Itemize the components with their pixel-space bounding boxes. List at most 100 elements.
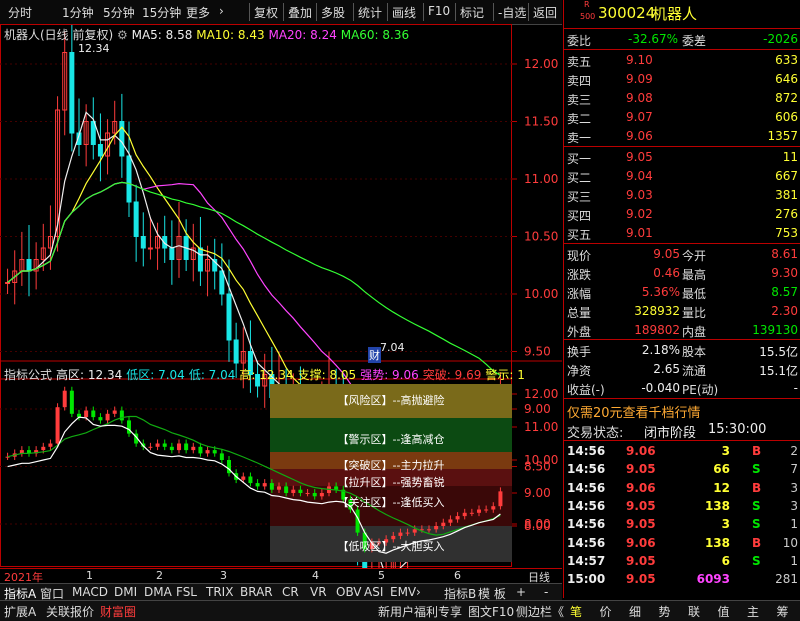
indicator-tab-12[interactable]: EMV — [390, 585, 416, 599]
stat-row: 外盘 189802 内盘 139130 — [564, 321, 800, 340]
indicator-tab-6[interactable]: TRIX — [206, 585, 233, 599]
promo-row[interactable]: 仅需20元查看千档行情 — [564, 400, 800, 421]
toolbar-right-6[interactable]: 标记 — [460, 4, 484, 21]
status-right-3[interactable]: 势 — [659, 603, 671, 620]
stat-label: 外盘 — [567, 325, 592, 339]
status-right-6[interactable]: 主 — [747, 603, 759, 620]
status-left-1[interactable]: 关联报价 — [46, 603, 94, 620]
ask-row[interactable]: 卖五 9.10 633 — [564, 51, 800, 70]
indicator-tab-17[interactable]: - — [544, 585, 548, 599]
toolbar-right-5[interactable]: F10 — [428, 4, 450, 18]
trade-time: 15:30:00 — [708, 422, 767, 437]
tick-side: S — [752, 517, 761, 532]
ask-row[interactable]: 卖二 9.07 606 — [564, 108, 800, 127]
tick-count: 1 — [790, 553, 798, 568]
ma5-legend: MA5: 8.58 — [131, 28, 193, 42]
indicator-tab-7[interactable]: BRAR — [240, 585, 273, 599]
toolbar-right-1[interactable]: 叠加 — [288, 4, 312, 21]
toolbar-left-5[interactable]: › — [219, 4, 224, 18]
zone-label-0: 【风险区】--高抛避险 — [337, 394, 445, 407]
kline-candle — [226, 293, 232, 341]
zone-label-2: 【突破区】--主力拉升 — [337, 459, 445, 472]
bid-row[interactable]: 买三 9.03 381 — [564, 186, 800, 205]
fund-row: 换手 2.18% 股本 15.5亿 — [564, 341, 800, 360]
status-center-2[interactable]: 侧边栏《 — [516, 603, 564, 620]
status-center-0[interactable]: 新用户福利专享 — [378, 603, 462, 620]
sub-candle — [291, 489, 296, 493]
toolbar-right-4[interactable]: 画线 — [392, 4, 416, 21]
sub-candle — [112, 410, 117, 414]
toolbar-sep — [423, 3, 424, 21]
ma10-legend: MA10: 8.43 — [196, 28, 265, 42]
toolbar-right-7[interactable]: -自选 — [498, 4, 526, 21]
ask-row[interactable]: 卖三 9.08 872 — [564, 89, 800, 108]
stat-row: 涨跌 0.46 最高 9.30 — [564, 264, 800, 283]
kline-candle — [147, 247, 153, 250]
tick-volume: 6 — [721, 553, 730, 568]
toolbar-sep — [316, 3, 317, 21]
indicator-tab-10[interactable]: OBV — [336, 585, 362, 599]
sub-candle — [155, 443, 160, 447]
toolbar-left-0[interactable]: 分时 — [8, 4, 32, 21]
toolbar-right-3[interactable]: 统计 — [358, 4, 382, 21]
status-left-0[interactable]: 扩展A — [4, 603, 36, 620]
ask-volume: 1357 — [767, 129, 798, 143]
toolbar-sep — [353, 3, 354, 21]
bid-row[interactable]: 买四 9.02 276 — [564, 205, 800, 224]
stat-value: 189802 — [634, 323, 680, 337]
settings-icon[interactable]: ⚙ — [117, 28, 128, 42]
status-right-7[interactable]: 筹 — [777, 603, 789, 620]
tick-row: 14:56 9.05 138 S 3 — [564, 497, 800, 516]
status-right-5[interactable]: 值 — [718, 603, 730, 620]
stat-value: 0.46 — [653, 266, 680, 280]
chart-area[interactable]: 12.00 11.50 11.00 10.50 10.00 9.50 9.00 8.50 8.0… — [0, 24, 562, 568]
ask-row[interactable]: 卖四 9.09 646 — [564, 70, 800, 89]
finance-event-marker[interactable]: 财 — [368, 347, 381, 363]
status-right-0[interactable]: 笔 — [570, 603, 582, 620]
indicator-tab-11[interactable]: ASI — [364, 585, 383, 599]
zone-label-4: 【关注区】--逢低买入 — [337, 496, 445, 509]
tick-count: 10 — [782, 535, 798, 550]
toolbar-left-4[interactable]: 更多 — [186, 4, 210, 21]
status-center-1[interactable]: 图文F10 — [468, 603, 514, 620]
toolbar-right-0[interactable]: 复权 — [254, 4, 278, 21]
status-right-4[interactable]: 联 — [688, 603, 700, 620]
sub-candle — [48, 443, 53, 447]
main-y-tick-4: 10.00 — [524, 287, 558, 301]
main-y-tick-6: 9.00 — [524, 402, 551, 416]
indicator-tab-13[interactable]: › — [416, 585, 421, 599]
indicator-tab-8[interactable]: CR — [282, 585, 299, 599]
promo-link[interactable]: 仅需20元查看千档行情 — [567, 402, 701, 421]
ask-row[interactable]: 卖一 9.06 1357 — [564, 127, 800, 146]
toolbar-right-2[interactable]: 多股 — [321, 4, 345, 21]
sub-candle — [191, 446, 196, 451]
bid-row[interactable]: 买五 9.01 753 — [564, 224, 800, 243]
stat-value: 139130 — [752, 323, 798, 337]
indicator-tab-9[interactable]: VR — [310, 585, 327, 599]
divider — [564, 339, 800, 340]
indicator-tab-4[interactable]: DMA — [144, 585, 172, 599]
toolbar-sep — [387, 3, 388, 21]
sub-candle — [262, 483, 267, 487]
indicator-tab-16[interactable]: + — [516, 585, 526, 599]
toolbar-left-2[interactable]: 5分钟 — [103, 4, 135, 21]
sub-candle — [405, 532, 410, 534]
fund-label: 换手 — [567, 345, 592, 359]
status-left-2[interactable]: 财富圈 — [100, 603, 136, 620]
tick-count: 3 — [790, 480, 798, 495]
bid-row[interactable]: 买一 9.05 11 — [564, 148, 800, 167]
indicator-tab-3[interactable]: DMI — [114, 585, 137, 599]
stat-label: 今开 — [682, 249, 707, 263]
sub-legend-item-7: 突破: 9.69 — [422, 368, 482, 382]
status-right-1[interactable]: 价 — [600, 603, 612, 620]
stat-value: 9.05 — [653, 247, 680, 261]
toolbar-right-8[interactable]: 返回 — [533, 4, 557, 21]
indicator-tab-5[interactable]: FSL — [176, 585, 197, 599]
toolbar-left-1[interactable]: 1分钟 — [62, 4, 94, 21]
toolbar-left-3[interactable]: 15分钟 — [142, 4, 181, 21]
bid-row[interactable]: 买二 9.04 667 — [564, 167, 800, 186]
status-right-2[interactable]: 细 — [629, 603, 641, 620]
indicator-tab-2[interactable]: MACD — [72, 585, 108, 599]
trade-state-row: 交易状态: 闭市阶段 15:30:00 — [564, 420, 800, 441]
bid-price: 9.01 — [626, 226, 653, 240]
